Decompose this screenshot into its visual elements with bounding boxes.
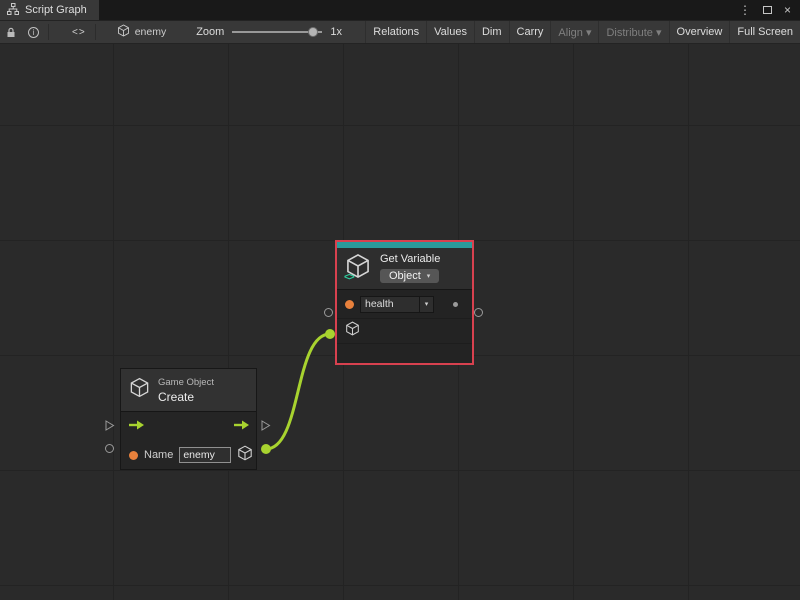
- close-icon[interactable]: ×: [784, 4, 791, 16]
- node-category: Game Object: [158, 377, 214, 388]
- fullscreen-button[interactable]: Full Screen: [729, 21, 800, 43]
- toolbar-divider: [48, 24, 49, 40]
- zoom-value: 1x: [330, 26, 342, 38]
- create-body: Name: [121, 411, 256, 468]
- variable-name-field[interactable]: ▾: [360, 296, 434, 313]
- create-flow-input-port[interactable]: [104, 419, 115, 437]
- node-title: Create: [158, 390, 214, 404]
- variable-suggest-button[interactable]: ▾: [419, 297, 433, 312]
- flow-input-arrow-icon[interactable]: [127, 418, 145, 436]
- script-graph-window: Script Graph ⋮ × i <>: [0, 0, 800, 600]
- variable-kind-dropdown[interactable]: Object ▾: [380, 269, 439, 283]
- create-header: Game Object Create: [121, 369, 256, 411]
- info-icon[interactable]: i: [22, 21, 45, 43]
- chevron-down-icon: ▾: [427, 272, 431, 280]
- zoom-slider[interactable]: [232, 26, 322, 38]
- zoom-label: Zoom: [196, 26, 224, 38]
- code-icon[interactable]: <>: [66, 21, 92, 43]
- toolbar-buttons: Relations Values Dim Carry Align ▾ Distr…: [365, 21, 800, 43]
- game-object-cube-icon: [129, 377, 150, 403]
- carry-button[interactable]: Carry: [509, 21, 551, 43]
- zoom-slider-handle[interactable]: [308, 27, 318, 37]
- create-flow-output-port[interactable]: [260, 419, 271, 437]
- name-label: Name: [144, 449, 173, 461]
- flow-output-arrow-icon[interactable]: [232, 418, 250, 436]
- relations-button[interactable]: Relations: [365, 21, 426, 43]
- name-field[interactable]: [179, 447, 231, 463]
- value-output-port[interactable]: [453, 302, 458, 307]
- align-button[interactable]: Align ▾: [550, 21, 598, 43]
- name-input-port[interactable]: [129, 451, 138, 460]
- get-variable-body: ▾: [337, 289, 472, 344]
- menu-icon[interactable]: ⋮: [739, 4, 751, 16]
- connection-wire[interactable]: [266, 334, 330, 449]
- variable-name-input[interactable]: [361, 297, 419, 312]
- control-flow-row: [121, 412, 256, 442]
- tab-title: Script Graph: [25, 4, 87, 16]
- get-variable-value-port[interactable]: [474, 308, 483, 317]
- name-input-port[interactable]: [345, 300, 354, 309]
- chevron-down-icon: ▾: [425, 300, 429, 308]
- object-input-row: [337, 319, 472, 344]
- name-row: Name: [121, 442, 256, 468]
- game-object-port-icon[interactable]: [345, 321, 360, 341]
- maximize-icon[interactable]: [763, 6, 772, 14]
- graph-name: enemy: [135, 26, 167, 38]
- graph-canvas[interactable]: <> Get Variable Object ▾ ▾: [0, 44, 800, 600]
- values-button[interactable]: Values: [426, 21, 474, 43]
- create-output-port-connected[interactable]: [261, 444, 271, 454]
- node-title: Get Variable: [380, 253, 440, 265]
- node-get-variable[interactable]: <> Get Variable Object ▾ ▾: [335, 240, 474, 365]
- code-badge-icon: <>: [344, 272, 354, 283]
- toolbar: i <> enemy Zoom 1x Relations: [0, 20, 800, 44]
- toolbar-divider: [95, 24, 96, 40]
- graph-reference[interactable]: enemy: [117, 24, 167, 40]
- lock-icon[interactable]: [0, 21, 22, 43]
- graph-asset-icon: [117, 24, 130, 40]
- distribute-button[interactable]: Distribute ▾: [598, 21, 668, 43]
- script-graph-icon: [7, 3, 19, 18]
- get-variable-header: <> Get Variable Object ▾: [337, 248, 472, 289]
- create-name-port[interactable]: [105, 444, 114, 453]
- titlebar: Script Graph ⋮ ×: [0, 0, 800, 20]
- variable-name-row: ▾: [337, 290, 472, 319]
- tab-script-graph[interactable]: Script Graph: [0, 0, 99, 20]
- titlebar-spacer: [99, 0, 739, 20]
- variable-cube-icon: <>: [345, 253, 371, 279]
- name-input[interactable]: [180, 448, 230, 462]
- node-create-game-object[interactable]: Game Object Create: [120, 368, 257, 470]
- get-variable-name-port[interactable]: [324, 308, 333, 317]
- dim-button[interactable]: Dim: [474, 21, 509, 43]
- overview-button[interactable]: Overview: [669, 21, 730, 43]
- game-object-output-icon[interactable]: [237, 445, 253, 466]
- get-variable-object-port-connected[interactable]: [325, 329, 335, 339]
